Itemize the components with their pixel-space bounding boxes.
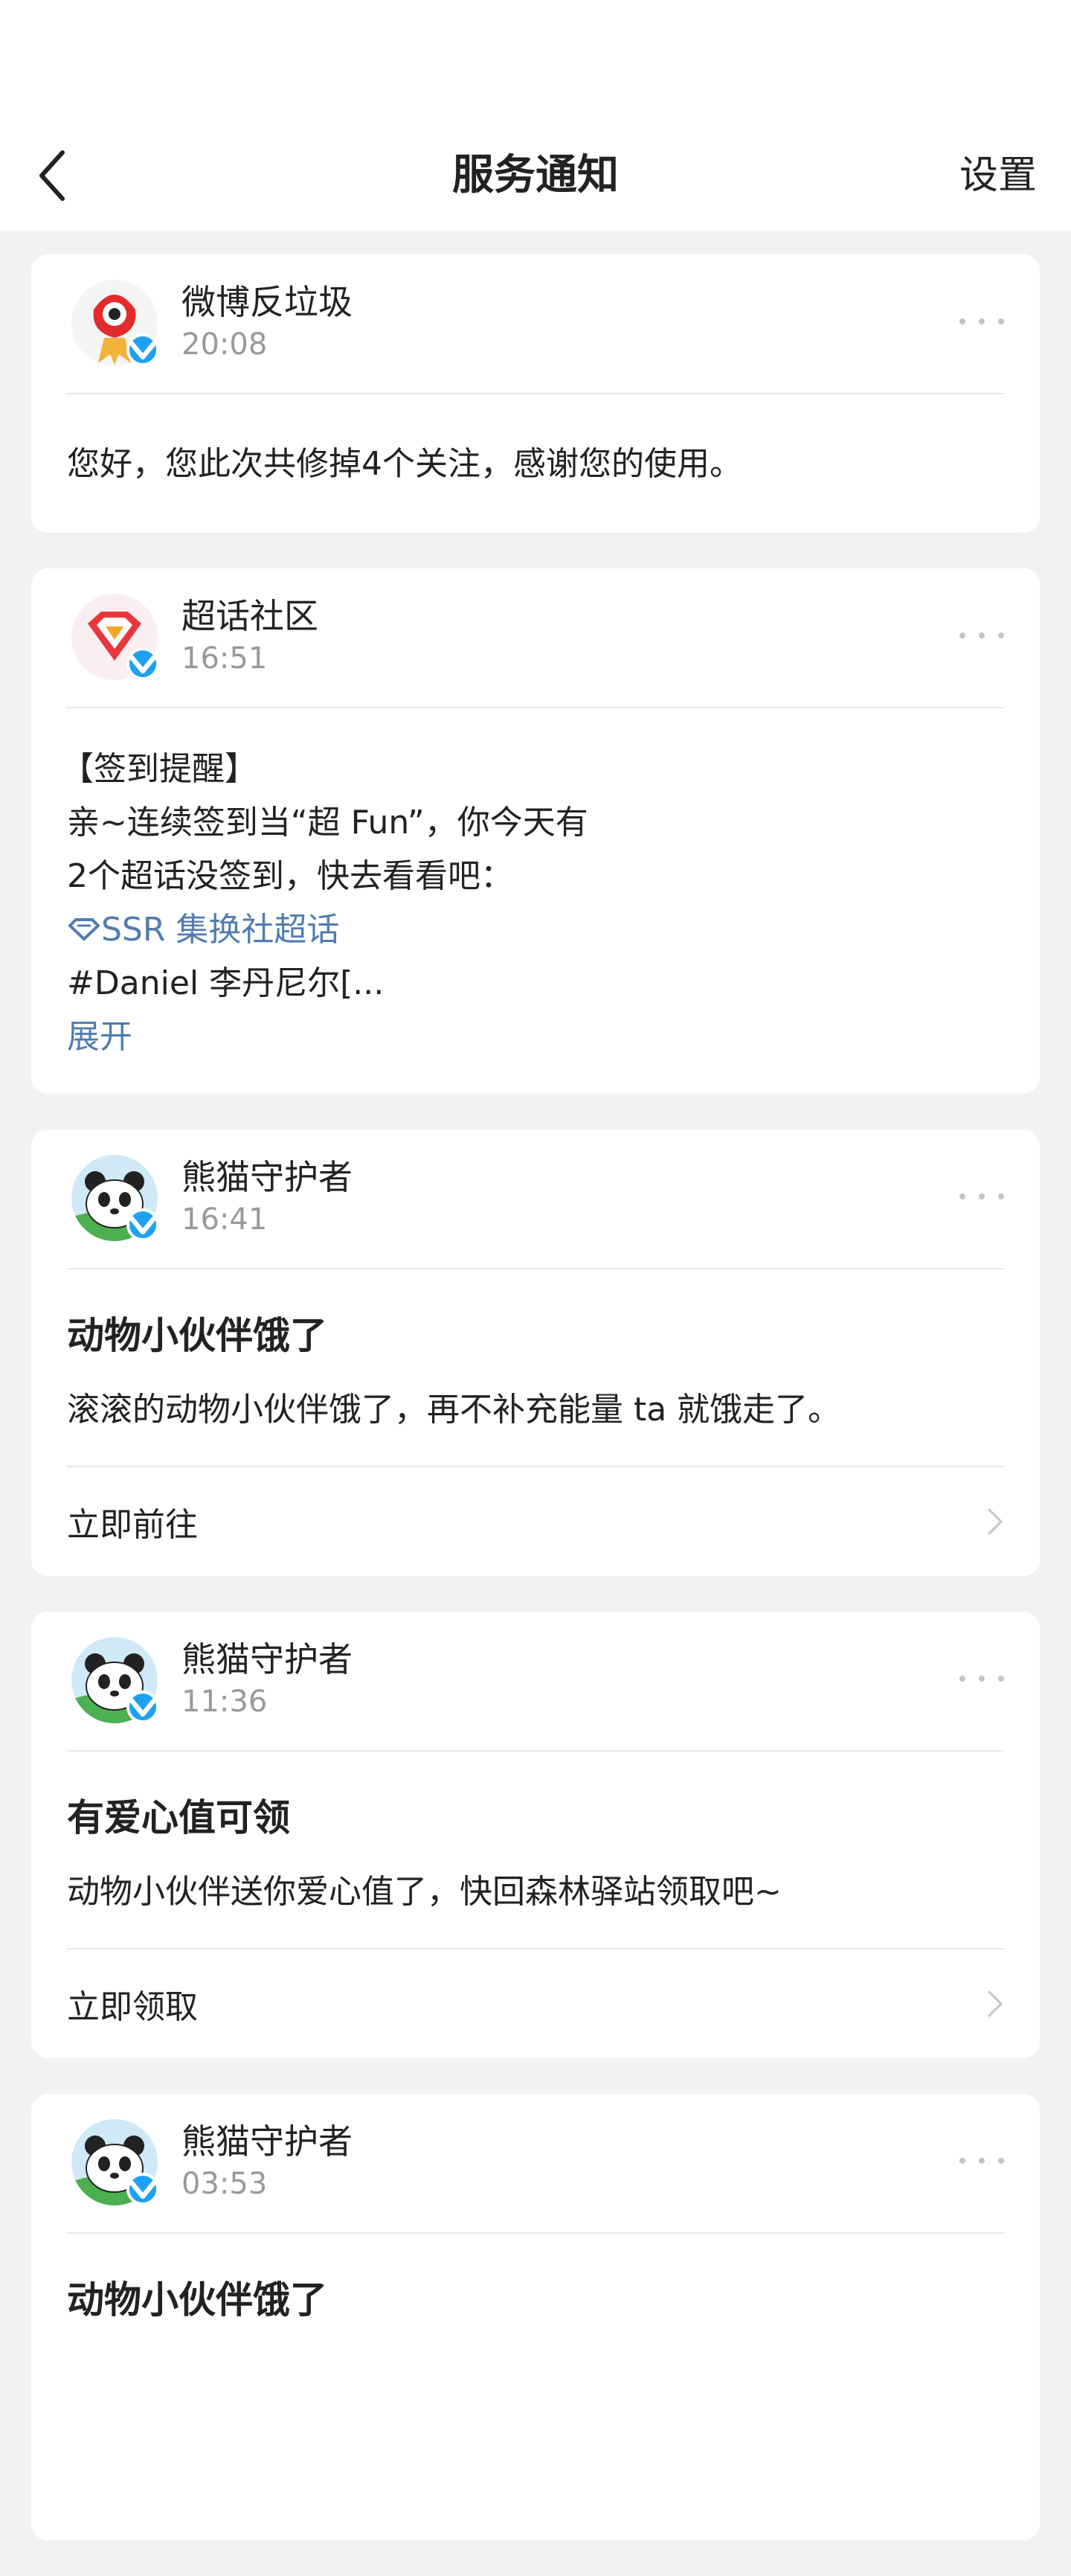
card-header: 熊猫守护者 11:36 [67, 1612, 1004, 1752]
verified-badge-icon [126, 2173, 159, 2205]
avatar[interactable] [71, 1637, 159, 1723]
sender-name[interactable]: 微博反垃圾 [181, 280, 353, 324]
top-nav-bar: 服务通知 设置 [0, 118, 1071, 231]
avatar[interactable] [71, 2119, 159, 2205]
timestamp: 20:08 [181, 327, 268, 362]
card-header: 超话社区 16:51 [67, 568, 1004, 708]
sender-name[interactable]: 熊猫守护者 [181, 1637, 353, 1682]
notification-description: 动物小伙伴送你爱心值了，快回森林驿站领取吧~ [67, 1844, 1004, 1949]
settings-button[interactable]: 设置 [959, 146, 1037, 205]
more-options-icon[interactable] [959, 621, 1004, 650]
card-header: 微博反垃圾 20:08 [67, 254, 1004, 394]
chevron-right-icon [988, 1990, 1003, 2017]
notification-card: 微博反垃圾 20:08 您好，您此次共修掉4个关注，感谢您的使用。 [31, 254, 1040, 533]
timestamp: 16:41 [181, 1202, 268, 1237]
claim-now-button[interactable]: 立即领取 [67, 1949, 1004, 2058]
message-line: 亲~连续签到当“超 Fun”，你今天有 [67, 804, 588, 842]
action-label: 立即领取 [67, 1988, 198, 2026]
page-title: 服务通知 [452, 151, 619, 199]
more-options-icon[interactable] [959, 1182, 1004, 1211]
action-label: 立即前往 [67, 1506, 198, 1544]
notification-card: 超话社区 16:51 【签到提醒】 亲~连续签到当“超 Fun”，你今天有 2个… [31, 568, 1040, 1094]
message-text: 【签到提醒】 亲~连续签到当“超 Fun”，你今天有 2个超话没签到，快去看看吧… [61, 708, 1004, 1094]
status-bar [0, 0, 1071, 118]
more-options-icon[interactable] [959, 307, 1004, 336]
timestamp: 11:36 [181, 1685, 268, 1719]
verified-badge-icon [126, 1208, 159, 1241]
verified-badge-icon [126, 647, 159, 680]
avatar[interactable] [71, 594, 159, 680]
go-now-button[interactable]: 立即前往 [67, 1467, 1004, 1576]
more-options-icon[interactable] [959, 2146, 1004, 2176]
avatar[interactable] [71, 1155, 159, 1241]
verified-badge-icon [126, 333, 159, 366]
notification-feed: 微博反垃圾 20:08 您好，您此次共修掉4个关注，感谢您的使用。 超话社区 1… [31, 254, 1040, 2576]
notification-title: 动物小伙伴饿了 [67, 2278, 327, 2322]
sender-name[interactable]: 超话社区 [181, 594, 318, 638]
diamond-icon [68, 918, 100, 941]
chevron-right-icon [988, 1508, 1003, 1535]
notification-card: 熊猫守护者 03:53 动物小伙伴饿了 [31, 2094, 1040, 2540]
expand-link[interactable]: 展开 [67, 1010, 1004, 1064]
hashtag-line: #Daniel 李丹尼尔[... [67, 964, 385, 1002]
more-options-icon[interactable] [959, 1664, 1004, 1694]
message-line: 2个超话没签到，快去看看吧： [67, 857, 513, 895]
avatar[interactable] [71, 280, 159, 366]
notification-description: 滚滚的动物小伙伴饿了，再不补充能量 ta 就饿走了。 [67, 1362, 1004, 1467]
sender-name[interactable]: 熊猫守护者 [181, 1155, 353, 1199]
timestamp: 16:51 [181, 641, 268, 676]
super-topic-link-label: SSR 集换社超话 [101, 911, 340, 949]
notification-title: 有爱心值可领 [67, 1796, 290, 1839]
timestamp: 03:53 [181, 2167, 268, 2201]
notification-title: 动物小伙伴饿了 [67, 1314, 327, 1357]
notification-card: 熊猫守护者 16:41 动物小伙伴饿了 滚滚的动物小伙伴饿了，再不补充能量 ta… [31, 1130, 1040, 1576]
message-text: 您好，您此次共修掉4个关注，感谢您的使用。 [67, 445, 742, 483]
card-header: 熊猫守护者 03:53 [67, 2094, 1004, 2234]
verified-badge-icon [126, 1691, 159, 1723]
notification-card: 熊猫守护者 11:36 有爱心值可领 动物小伙伴送你爱心值了，快回森林驿站领取吧… [31, 1612, 1040, 2058]
card-header: 熊猫守护者 16:41 [67, 1130, 1004, 1269]
sender-name[interactable]: 熊猫守护者 [181, 2119, 353, 2164]
super-topic-link[interactable]: SSR 集换社超话 [67, 903, 1004, 957]
message-line: 【签到提醒】 [61, 750, 257, 788]
